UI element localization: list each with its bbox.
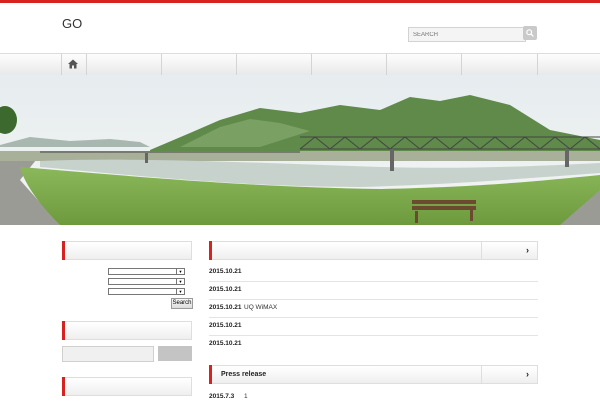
- news-date: 2015.10.21: [209, 268, 242, 275]
- news-item[interactable]: 2015.10.21: [209, 264, 538, 282]
- sidebar-text-input[interactable]: [62, 346, 154, 362]
- hero-landscape-image: [0, 75, 600, 225]
- sidebar-submit-button[interactable]: [158, 346, 192, 361]
- press-more-link[interactable]: ›: [481, 366, 537, 383]
- news-date: 2015.10.21: [209, 304, 242, 311]
- chevron-down-icon: ▼: [176, 289, 184, 294]
- site-title[interactable]: GO: [62, 16, 82, 31]
- news-item[interactable]: 2015.10.21: [209, 336, 538, 354]
- nav-item-7[interactable]: [462, 54, 538, 75]
- sidebar-widget-header-3: [62, 377, 192, 396]
- nav-item-4[interactable]: [237, 54, 312, 75]
- press-date: 2015.7.3: [209, 393, 235, 400]
- main-navigation: [0, 53, 600, 76]
- search-input[interactable]: [408, 27, 526, 42]
- nav-item-3[interactable]: [162, 54, 237, 75]
- sidebar-widget-header-2: [62, 321, 192, 340]
- press-release-title: Press release: [221, 371, 267, 378]
- press-text[interactable]: 1: [244, 393, 248, 400]
- news-date: 2015.10.21: [209, 322, 242, 329]
- sidebar-widget-header-1: [62, 241, 192, 260]
- dropdown-select-3[interactable]: ▼: [108, 288, 185, 295]
- news-text[interactable]: UQ WiMAX: [244, 304, 277, 311]
- nav-item-6[interactable]: [387, 54, 462, 75]
- news-item[interactable]: 2015.10.21: [209, 318, 538, 336]
- news-item[interactable]: 2015.10.21: [209, 282, 538, 300]
- news-item[interactable]: 2015.10.21 UQ WiMAX: [209, 300, 538, 318]
- press-item[interactable]: 2015.7.3 1: [209, 389, 538, 407]
- top-accent-line: [0, 0, 600, 3]
- news-date: 2015.10.21: [209, 340, 242, 347]
- news-more-link[interactable]: ›: [481, 242, 537, 259]
- sidebar-search-button[interactable]: Search: [171, 298, 193, 309]
- nav-item-5[interactable]: [312, 54, 387, 75]
- news-date: 2015.10.21: [209, 286, 242, 293]
- search-icon: [526, 29, 534, 37]
- news-section-header: ›: [209, 241, 538, 260]
- chevron-down-icon: ▼: [176, 279, 184, 284]
- dropdown-select-2[interactable]: ▼: [108, 278, 185, 285]
- dropdown-select-1[interactable]: ▼: [108, 268, 185, 275]
- home-icon: [68, 59, 78, 69]
- search-button[interactable]: [523, 26, 537, 40]
- chevron-down-icon: ▼: [176, 269, 184, 274]
- nav-item-2[interactable]: [87, 54, 162, 75]
- press-release-header: Press release ›: [209, 365, 538, 384]
